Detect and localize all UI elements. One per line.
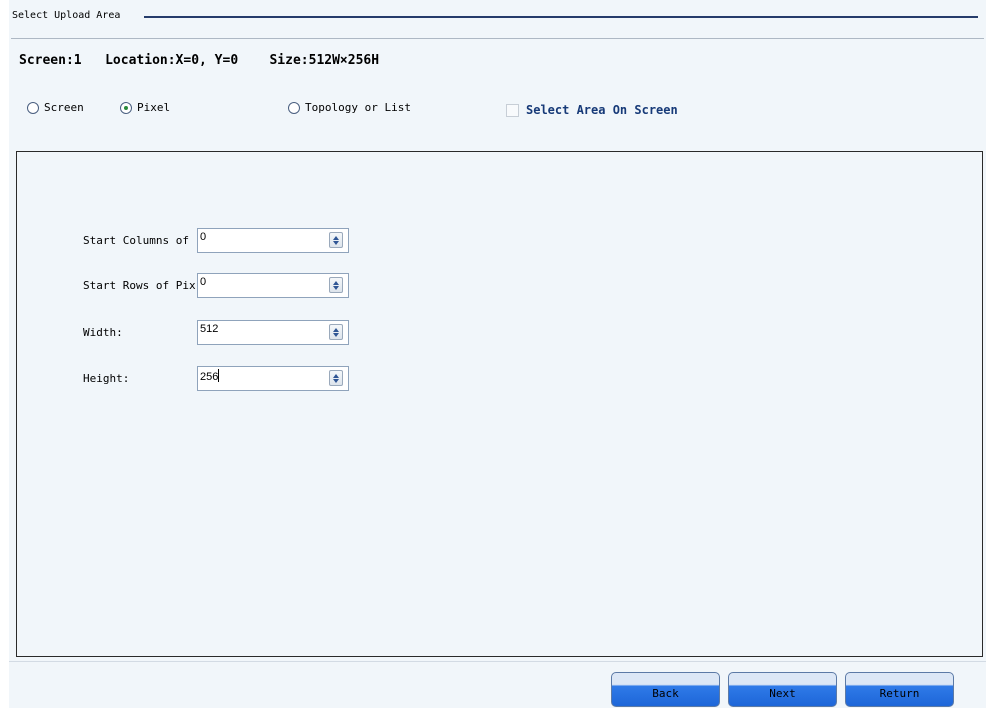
height-spinner[interactable] (329, 370, 343, 386)
header-divider (11, 38, 984, 39)
width-spinner[interactable] (329, 324, 343, 340)
group-title: Select Upload Area (12, 10, 121, 21)
height-label: Height: (83, 372, 130, 385)
group-title-rule (144, 16, 978, 18)
return-button[interactable]: Return (845, 672, 954, 707)
radio-screen[interactable]: Screen (27, 101, 84, 114)
start-columns-input[interactable]: 0 (197, 228, 349, 253)
start-rows-value[interactable]: 0 (198, 274, 329, 288)
spin-down-icon[interactable] (333, 332, 339, 337)
height-value[interactable]: 256 (200, 371, 218, 383)
button-bar (9, 661, 986, 708)
start-rows-input[interactable]: 0 (197, 273, 349, 298)
pixel-settings-panel: Start Columns of Pixel 0 Start Rows of P… (16, 151, 983, 657)
width-label: Width: (83, 326, 123, 339)
width-input[interactable]: 512 (197, 320, 349, 345)
back-button[interactable]: Back (611, 672, 720, 707)
size-info: Size:512W×256H (269, 53, 380, 68)
width-value[interactable]: 512 (198, 321, 329, 335)
height-value-wrap[interactable]: 256 (198, 367, 329, 383)
location-info: Location:X=0, Y=0 (105, 53, 239, 68)
radio-pixel[interactable]: Pixel (120, 101, 170, 114)
start-columns-spinner[interactable] (329, 232, 343, 248)
upload-area-dialog: Select Upload Area Screen:1 Location:X=0… (9, 0, 986, 708)
radio-topology[interactable]: Topology or List (288, 101, 411, 114)
radio-pixel-label: Pixel (137, 101, 171, 114)
select-area-checkbox[interactable]: Select Area On Screen (506, 103, 678, 117)
next-button[interactable]: Next (728, 672, 837, 707)
radio-screen-indicator[interactable] (27, 101, 39, 114)
spin-up-icon[interactable] (333, 280, 339, 285)
start-rows-label: Start Rows of Pixel (83, 279, 196, 292)
spin-up-icon[interactable] (333, 373, 339, 378)
screen-number: Screen:1 (19, 53, 82, 68)
start-rows-spinner[interactable] (329, 277, 343, 293)
spin-up-icon[interactable] (333, 235, 339, 240)
spin-down-icon[interactable] (333, 240, 339, 245)
height-input[interactable]: 256 (197, 366, 349, 391)
radio-screen-label: Screen (44, 101, 84, 114)
radio-pixel-indicator[interactable] (120, 101, 132, 114)
start-columns-value[interactable]: 0 (198, 229, 329, 243)
spin-up-icon[interactable] (333, 327, 339, 332)
text-caret (218, 369, 220, 382)
select-area-label: Select Area On Screen (526, 103, 678, 117)
screen-info: Screen:1 Location:X=0, Y=0 Size:512W×256… (19, 53, 379, 68)
select-area-checkbox-box[interactable] (506, 103, 519, 117)
radio-topology-label: Topology or List (305, 101, 411, 114)
spin-down-icon[interactable] (333, 378, 339, 383)
spin-down-icon[interactable] (333, 285, 339, 290)
radio-topology-indicator[interactable] (288, 101, 300, 114)
start-columns-label: Start Columns of Pixel (83, 234, 196, 247)
area-mode-options: Screen Pixel Topology or List Select Are… (9, 101, 986, 123)
